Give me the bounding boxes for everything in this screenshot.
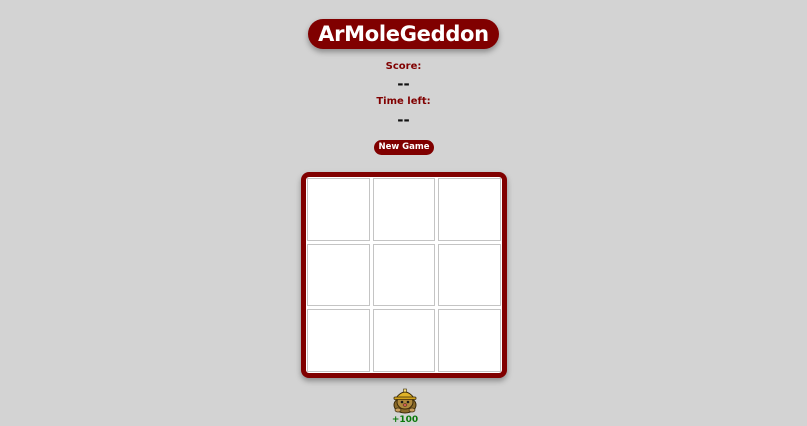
mole-hole-5[interactable] (372, 243, 436, 307)
score-label: Score: (385, 61, 422, 72)
score-value: -- (397, 75, 410, 93)
game-page: ArMoleGeddon Score: -- Time left: -- New… (0, 0, 807, 426)
bonus-points-label: +100 (391, 415, 419, 425)
board-grid (306, 177, 502, 373)
mole-hole-7[interactable] (307, 309, 370, 372)
time-left-label: Time left: (376, 96, 431, 107)
mole-hole-8[interactable] (372, 309, 436, 372)
mole-hole-1[interactable] (307, 178, 370, 241)
mole-hole-3[interactable] (438, 178, 501, 241)
mole-hole-9[interactable] (438, 309, 501, 372)
mole-hole-6[interactable] (438, 243, 501, 307)
time-left-value: -- (397, 111, 410, 129)
game-board (301, 172, 507, 378)
mole-icon (390, 386, 420, 414)
new-game-button[interactable]: New Game (374, 140, 434, 155)
mole-hole-4[interactable] (307, 243, 370, 307)
mole-hole-2[interactable] (372, 178, 436, 241)
game-title: ArMoleGeddon (308, 19, 499, 49)
